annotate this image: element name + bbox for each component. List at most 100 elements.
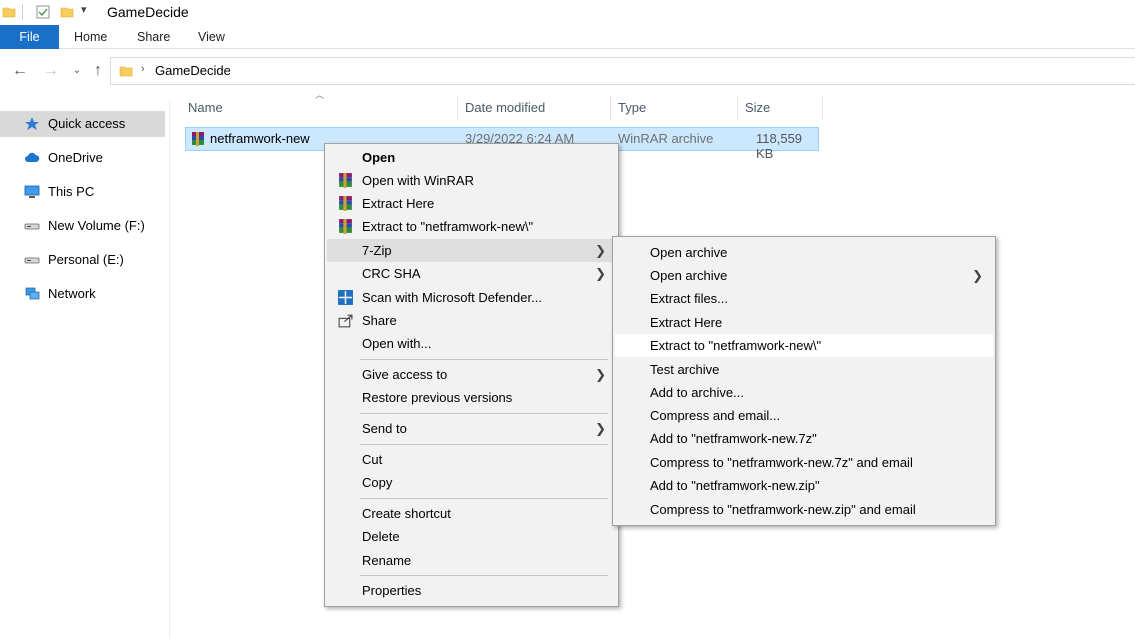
column-divider[interactable] — [457, 96, 458, 120]
menu-item-give-access[interactable]: Give access to ❯ — [327, 363, 616, 386]
tab-home[interactable]: Home — [74, 25, 107, 49]
computer-icon — [24, 185, 40, 198]
column-header-size[interactable]: Size — [745, 96, 770, 120]
menu-item-rename[interactable]: Rename — [327, 549, 616, 572]
menu-item-label: Create shortcut — [362, 506, 451, 521]
folder-icon[interactable] — [2, 5, 16, 19]
menu-divider — [360, 444, 608, 445]
column-divider[interactable] — [822, 96, 823, 120]
submenu-item-add-zip[interactable]: Add to "netframwork-new.zip" — [615, 474, 993, 497]
menu-item-label: Open — [362, 150, 396, 165]
menu-item-label: Send to — [362, 421, 407, 436]
submenu-item-compress-7z-email[interactable]: Compress to "netframwork-new.7z" and ema… — [615, 451, 993, 474]
winrar-icon — [339, 196, 352, 211]
sidebar-item-label: This PC — [48, 184, 95, 199]
menu-item-label: Copy — [362, 475, 393, 490]
menu-item-copy[interactable]: Copy — [327, 471, 616, 494]
address-bar[interactable]: › GameDecide — [110, 57, 1135, 85]
defender-shield-icon — [338, 290, 353, 305]
submenu-item-label: Add to "netframwork-new.zip" — [650, 478, 820, 493]
menu-item-label: Extract Here — [362, 196, 435, 211]
submenu-item-label: Extract Here — [650, 315, 723, 330]
file-name[interactable]: netframwork-new — [210, 131, 310, 146]
submenu-item-label: Add to "netframwork-new.7z" — [650, 431, 817, 446]
menu-item-label: Restore previous versions — [362, 390, 513, 405]
submenu-item-test-archive[interactable]: Test archive — [615, 358, 993, 381]
chevron-right-icon: ❯ — [595, 367, 606, 382]
navigation-pane: Quick access OneDrive This PC New Volume… — [0, 100, 170, 639]
sidebar-item-this-pc[interactable]: This PC — [0, 179, 165, 205]
submenu-item-compress-zip-email[interactable]: Compress to "netframwork-new.zip" and em… — [615, 498, 993, 521]
customize-toolbar-dropdown-icon[interactable]: ▾ — [81, 3, 87, 16]
menu-item-label: Give access to — [362, 367, 448, 382]
back-arrow-icon[interactable]: ← — [11, 62, 29, 80]
menu-item-label: Properties — [362, 583, 422, 598]
recent-locations-icon[interactable]: ⌄ — [68, 62, 86, 80]
menu-item-create-shortcut[interactable]: Create shortcut — [327, 502, 616, 525]
submenu-item-label: Compress and email... — [650, 408, 781, 423]
file-type: WinRAR archive — [618, 131, 714, 146]
submenu-item-label: Extract files... — [650, 291, 729, 306]
menu-item-label: 7-Zip — [362, 243, 392, 258]
drive-icon — [24, 223, 40, 230]
chevron-right-icon: ❯ — [972, 268, 983, 283]
up-arrow-icon[interactable]: ↑ — [89, 62, 107, 80]
winrar-icon — [339, 219, 352, 234]
menu-item-open-with-winrar[interactable]: Open with WinRAR — [327, 169, 616, 192]
submenu-item-open-archive[interactable]: Open archive — [615, 241, 993, 264]
tab-file[interactable]: File — [0, 25, 59, 49]
tab-view[interactable]: View — [198, 25, 225, 49]
submenu-item-extract-here[interactable]: Extract Here — [615, 311, 993, 334]
title-divider — [22, 4, 23, 20]
column-header-name[interactable]: Name — [188, 96, 223, 120]
submenu-item-label: Test archive — [650, 362, 720, 377]
menu-item-extract-here[interactable]: Extract Here — [327, 192, 616, 215]
properties-icon[interactable] — [36, 5, 50, 19]
menu-item-extract-to[interactable]: Extract to "netframwork-new\" — [327, 215, 616, 238]
new-folder-icon[interactable] — [60, 5, 74, 19]
submenu-item-add-to-archive[interactable]: Add to archive... — [615, 381, 993, 404]
submenu-item-extract-files[interactable]: Extract files... — [615, 287, 993, 310]
sidebar-item-new-volume[interactable]: New Volume (F:) — [0, 213, 165, 239]
sidebar-item-quick-access[interactable]: Quick access — [0, 111, 165, 137]
menu-item-label: Open with WinRAR — [362, 173, 474, 188]
menu-item-scan-defender[interactable]: Scan with Microsoft Defender... — [327, 286, 616, 309]
submenu-item-open-archive-more[interactable]: Open archive ❯ — [615, 264, 993, 287]
navigation-bar: ← → ⌄ ↑ › GameDecide — [0, 56, 1135, 86]
menu-item-restore-versions[interactable]: Restore previous versions — [327, 386, 616, 409]
sidebar-item-label: Personal (E:) — [48, 252, 124, 267]
breadcrumb-chevron-icon[interactable]: › — [141, 63, 145, 75]
menu-item-7zip[interactable]: 7-Zip ❯ — [327, 239, 616, 262]
sort-ascending-icon: ︿ — [315, 90, 325, 100]
sidebar-item-network[interactable]: Network — [0, 281, 165, 307]
menu-item-open-with[interactable]: Open with... — [327, 332, 616, 355]
breadcrumb[interactable]: GameDecide — [155, 63, 231, 78]
menu-item-cut[interactable]: Cut — [327, 448, 616, 471]
column-header-date[interactable]: Date modified — [465, 96, 545, 120]
column-header-type[interactable]: Type — [618, 96, 646, 120]
submenu-item-label: Extract to "netframwork-new\" — [650, 338, 822, 353]
sidebar-item-label: OneDrive — [48, 150, 103, 165]
menu-item-crc-sha[interactable]: CRC SHA ❯ — [327, 262, 616, 285]
sidebar-item-onedrive[interactable]: OneDrive — [0, 145, 165, 171]
winrar-icon — [339, 173, 352, 188]
sidebar-item-personal[interactable]: Personal (E:) — [0, 247, 165, 273]
submenu-item-compress-email[interactable]: Compress and email... — [615, 404, 993, 427]
column-divider[interactable] — [737, 96, 738, 120]
folder-icon — [119, 66, 133, 77]
submenu-7zip: Open archive Open archive ❯ Extract file… — [612, 236, 996, 526]
column-divider[interactable] — [610, 96, 611, 120]
menu-item-delete[interactable]: Delete — [327, 525, 616, 548]
submenu-item-label: Compress to "netframwork-new.7z" and ema… — [650, 455, 913, 470]
menu-item-share[interactable]: Share — [327, 309, 616, 332]
window-title: GameDecide — [107, 4, 189, 20]
menu-item-properties[interactable]: Properties — [327, 579, 616, 602]
menu-item-open[interactable]: Open — [327, 146, 616, 169]
winrar-archive-icon — [192, 132, 204, 146]
forward-arrow-icon[interactable]: → — [42, 62, 60, 80]
menu-item-send-to[interactable]: Send to ❯ — [327, 417, 616, 440]
submenu-item-add-7z[interactable]: Add to "netframwork-new.7z" — [615, 427, 993, 450]
tab-share[interactable]: Share — [137, 25, 170, 49]
menu-item-label: CRC SHA — [362, 266, 421, 281]
submenu-item-extract-to[interactable]: Extract to "netframwork-new\" — [615, 334, 993, 357]
